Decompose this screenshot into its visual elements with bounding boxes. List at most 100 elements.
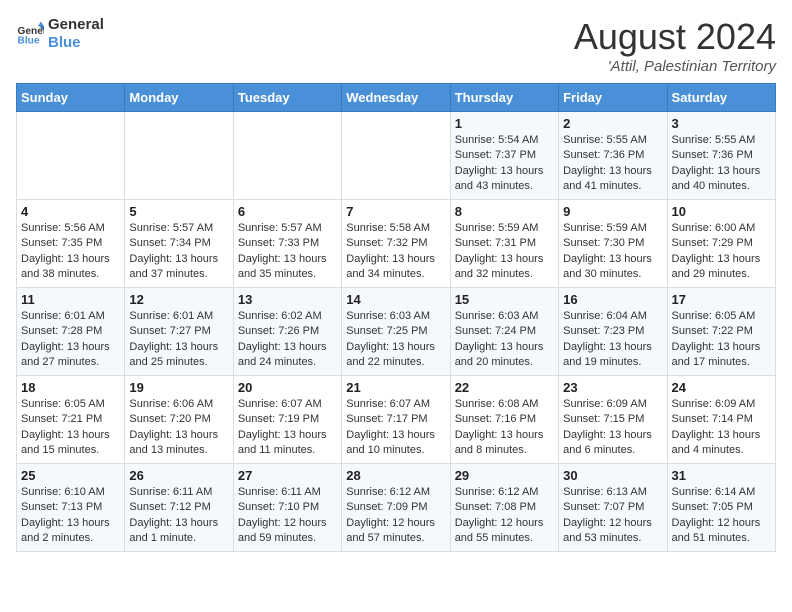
day-number: 30 (563, 468, 662, 483)
day-number: 14 (346, 292, 445, 307)
day-number: 18 (21, 380, 120, 395)
day-number: 12 (129, 292, 228, 307)
day-info: Sunrise: 6:06 AMSunset: 7:20 PMDaylight:… (129, 397, 228, 459)
calendar-cell: 15 Sunrise: 6:03 AMSunset: 7:24 PMDayligh… (450, 288, 558, 376)
day-info: Sunrise: 6:07 AMSunset: 7:19 PMDaylight:… (238, 397, 337, 459)
calendar-cell: 19Sunrise: 6:06 AMSunset: 7:20 PMDayligh… (125, 376, 233, 464)
day-info: Sunrise: 6:05 AMSunset: 7:21 PMDaylight:… (21, 397, 120, 459)
day-info: Sunrise: 6:01 AMSunset: 7:28 PMDaylight:… (21, 309, 120, 371)
calendar-week-row: 1Sunrise: 5:54 AMSunset: 7:37 PMDaylight… (17, 112, 776, 200)
day-info: Sunrise: 5:59 AMSunset: 7:30 PMDaylight:… (563, 221, 662, 283)
calendar-cell: 7 Sunrise: 5:58 AMSunset: 7:32 PMDaylight… (342, 200, 450, 288)
page-header: General Blue General Blue August 2024 'A… (16, 16, 776, 75)
day-number: 29 (455, 468, 554, 483)
day-number: 25 (21, 468, 120, 483)
calendar-table: SundayMondayTuesdayWednesdayThursdayFrid… (16, 83, 776, 552)
calendar-cell: 3Sunrise: 5:55 AMSunset: 7:36 PMDaylight… (667, 112, 775, 200)
day-number: 4 (21, 204, 120, 219)
day-number: 13 (238, 292, 337, 307)
calendar-cell (125, 112, 233, 200)
calendar-cell (342, 112, 450, 200)
day-info: Sunrise: 6:12 AMSunset: 7:08 PMDaylight:… (455, 485, 554, 547)
day-info: Sunrise: 6:03 AMSunset: 7:24 PMDaylight:… (455, 309, 554, 371)
calendar-cell: 17Sunrise: 6:05 AMSunset: 7:22 PMDayligh… (667, 288, 775, 376)
calendar-cell: 13 Sunrise: 6:02 AMSunset: 7:26 PMDayligh… (233, 288, 341, 376)
calendar-cell: 5Sunrise: 5:57 AMSunset: 7:34 PMDaylight… (125, 200, 233, 288)
calendar-cell: 31 Sunrise: 6:14 AMSunset: 7:05 PMDayligh… (667, 464, 775, 552)
weekday-row: SundayMondayTuesdayWednesdayThursdayFrid… (17, 84, 776, 112)
day-info: Sunrise: 6:09 AMSunset: 7:14 PMDaylight:… (672, 397, 771, 459)
calendar-cell: 23 Sunrise: 6:09 AMSunset: 7:15 PMDayligh… (559, 376, 667, 464)
calendar-week-row: 25 Sunrise: 6:10 AMSunset: 7:13 PMDayligh… (17, 464, 776, 552)
day-info: Sunrise: 6:00 AMSunset: 7:29 PMDaylight:… (672, 221, 771, 283)
day-number: 23 (563, 380, 662, 395)
calendar-cell: 14 Sunrise: 6:03 AMSunset: 7:25 PMDayligh… (342, 288, 450, 376)
day-number: 10 (672, 204, 771, 219)
day-info: Sunrise: 6:11 AMSunset: 7:12 PMDaylight:… (129, 485, 228, 547)
logo: General Blue General Blue (16, 16, 104, 52)
calendar-cell: 21Sunrise: 6:07 AMSunset: 7:17 PMDayligh… (342, 376, 450, 464)
calendar-week-row: 18 Sunrise: 6:05 AMSunset: 7:21 PMDayligh… (17, 376, 776, 464)
calendar-cell: 1Sunrise: 5:54 AMSunset: 7:37 PMDaylight… (450, 112, 558, 200)
day-number: 22 (455, 380, 554, 395)
day-info: Sunrise: 6:08 AMSunset: 7:16 PMDaylight:… (455, 397, 554, 459)
month-year: August 2024 (574, 16, 776, 58)
svg-text:Blue: Blue (18, 35, 40, 46)
calendar-header: SundayMondayTuesdayWednesdayThursdayFrid… (17, 84, 776, 112)
calendar-cell: 26Sunrise: 6:11 AMSunset: 7:12 PMDayligh… (125, 464, 233, 552)
weekday-header: Thursday (450, 84, 558, 112)
calendar-cell: 4 Sunrise: 5:56 AMSunset: 7:35 PMDaylight… (17, 200, 125, 288)
location: 'Attil, Palestinian Territory (574, 58, 776, 75)
day-info: Sunrise: 6:13 AMSunset: 7:07 PMDaylight:… (563, 485, 662, 547)
weekday-header: Friday (559, 84, 667, 112)
day-number: 11 (21, 292, 120, 307)
day-number: 17 (672, 292, 771, 307)
calendar-cell: 18 Sunrise: 6:05 AMSunset: 7:21 PMDayligh… (17, 376, 125, 464)
calendar-cell: 27Sunrise: 6:11 AMSunset: 7:10 PMDayligh… (233, 464, 341, 552)
calendar-cell: 6Sunrise: 5:57 AMSunset: 7:33 PMDaylight… (233, 200, 341, 288)
calendar-cell: 10 Sunrise: 6:00 AMSunset: 7:29 PMDayligh… (667, 200, 775, 288)
calendar-cell: 24 Sunrise: 6:09 AMSunset: 7:14 PMDayligh… (667, 376, 775, 464)
day-info: Sunrise: 6:03 AMSunset: 7:25 PMDaylight:… (346, 309, 445, 371)
weekday-header: Monday (125, 84, 233, 112)
day-number: 24 (672, 380, 771, 395)
day-info: Sunrise: 5:59 AMSunset: 7:31 PMDaylight:… (455, 221, 554, 283)
calendar-week-row: 11 Sunrise: 6:01 AMSunset: 7:28 PMDayligh… (17, 288, 776, 376)
calendar-cell: 2 Sunrise: 5:55 AMSunset: 7:36 PMDaylight… (559, 112, 667, 200)
day-number: 7 (346, 204, 445, 219)
day-info: Sunrise: 6:12 AMSunset: 7:09 PMDaylight:… (346, 485, 445, 547)
calendar-cell: 25 Sunrise: 6:10 AMSunset: 7:13 PMDayligh… (17, 464, 125, 552)
day-info: Sunrise: 6:04 AMSunset: 7:23 PMDaylight:… (563, 309, 662, 371)
weekday-header: Sunday (17, 84, 125, 112)
weekday-header: Saturday (667, 84, 775, 112)
day-number: 15 (455, 292, 554, 307)
day-info: Sunrise: 6:09 AMSunset: 7:15 PMDaylight:… (563, 397, 662, 459)
day-info: Sunrise: 6:02 AMSunset: 7:26 PMDaylight:… (238, 309, 337, 371)
day-info: Sunrise: 5:54 AMSunset: 7:37 PMDaylight:… (455, 133, 554, 195)
calendar-cell: 12 Sunrise: 6:01 AMSunset: 7:27 PMDayligh… (125, 288, 233, 376)
day-number: 16 (563, 292, 662, 307)
day-info: Sunrise: 5:58 AMSunset: 7:32 PMDaylight:… (346, 221, 445, 283)
logo-line2: Blue (48, 34, 104, 52)
title-block: August 2024 'Attil, Palestinian Territor… (574, 16, 776, 75)
day-info: Sunrise: 6:14 AMSunset: 7:05 PMDaylight:… (672, 485, 771, 547)
day-info: Sunrise: 6:11 AMSunset: 7:10 PMDaylight:… (238, 485, 337, 547)
day-info: Sunrise: 5:55 AMSunset: 7:36 PMDaylight:… (672, 133, 771, 195)
calendar-body: 1Sunrise: 5:54 AMSunset: 7:37 PMDaylight… (17, 112, 776, 552)
day-number: 8 (455, 204, 554, 219)
calendar-cell: 9Sunrise: 5:59 AMSunset: 7:30 PMDaylight… (559, 200, 667, 288)
calendar-cell: 20Sunrise: 6:07 AMSunset: 7:19 PMDayligh… (233, 376, 341, 464)
day-info: Sunrise: 5:55 AMSunset: 7:36 PMDaylight:… (563, 133, 662, 195)
calendar-cell: 30 Sunrise: 6:13 AMSunset: 7:07 PMDayligh… (559, 464, 667, 552)
weekday-header: Tuesday (233, 84, 341, 112)
day-info: Sunrise: 6:01 AMSunset: 7:27 PMDaylight:… (129, 309, 228, 371)
logo-icon: General Blue (16, 20, 44, 48)
calendar-cell: 8 Sunrise: 5:59 AMSunset: 7:31 PMDaylight… (450, 200, 558, 288)
day-number: 28 (346, 468, 445, 483)
day-info: Sunrise: 5:56 AMSunset: 7:35 PMDaylight:… (21, 221, 120, 283)
day-info: Sunrise: 6:10 AMSunset: 7:13 PMDaylight:… (21, 485, 120, 547)
day-number: 2 (563, 116, 662, 131)
day-number: 6 (238, 204, 337, 219)
day-number: 31 (672, 468, 771, 483)
calendar-cell: 11 Sunrise: 6:01 AMSunset: 7:28 PMDayligh… (17, 288, 125, 376)
